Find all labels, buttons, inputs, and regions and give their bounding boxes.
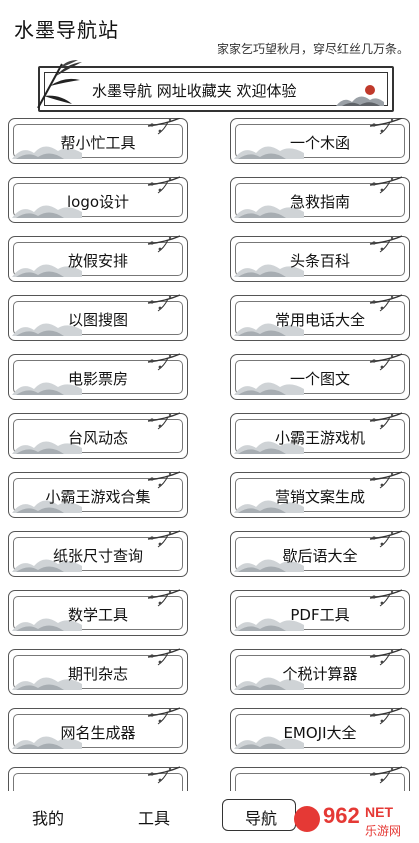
tool-grid: 帮小忙工具 一个木函 logo设计 急救指南放假安排 头条百科以图搜图 常用电话大全电影票… [8, 118, 412, 792]
tool-card[interactable]: EMOJI大全 [230, 707, 410, 754]
tool-card[interactable]: 一个木函 [230, 118, 410, 164]
tool-card-label: 数学工具 [67, 606, 128, 624]
tool-card-label: EMOJI大全 [283, 724, 357, 742]
page-title: 水墨导航站 [14, 18, 119, 42]
tool-card-label: 台风动态 [67, 429, 128, 447]
tool-card[interactable]: logo设计 [8, 176, 188, 223]
tool-card[interactable]: 常用电话大全 [230, 294, 410, 341]
tool-card-label: 电影票房 [67, 370, 128, 388]
tool-card[interactable]: 个税计算器 [230, 648, 410, 695]
tool-card-label: 帮小忙工具 [60, 134, 136, 152]
tool-card-label: 小霸王游戏合集 [45, 488, 151, 506]
tool-card[interactable]: 歇后语大全 [230, 530, 410, 577]
tool-card-label: 常用电话大全 [274, 311, 365, 329]
plum-branch-icon [369, 766, 403, 784]
tagline: 家家乞巧望秋月，穿尽红丝几万条。 [216, 42, 409, 56]
tool-card[interactable]: 以图搜图 [8, 294, 188, 341]
tool-card[interactable]: 纸张尺寸查询 [8, 530, 188, 577]
tool-card[interactable]: 营销文案生成 [230, 471, 410, 518]
tool-card[interactable]: 帮小忙工具 [8, 118, 188, 164]
tool-card-label: PDF工具 [290, 606, 350, 624]
tool-card-label: logo设计 [66, 193, 130, 211]
tool-card[interactable] [8, 766, 188, 792]
tool-card-label: 营销文案生成 [274, 488, 365, 506]
tool-card-label: 一个图文 [289, 370, 350, 388]
tool-card-label: 网名生成器 [60, 724, 136, 742]
nav-navigation-active[interactable]: 导航 [222, 799, 296, 831]
nav-navigation: 导航 [245, 809, 278, 828]
tool-card[interactable]: 放假安排 [8, 235, 188, 282]
watermark-sub: 乐游网 [365, 824, 401, 838]
tool-card-label: 期刊杂志 [67, 665, 128, 683]
tool-card-label: 纸张尺寸查询 [52, 547, 143, 565]
tool-card[interactable]: 小霸王游戏合集 [8, 471, 188, 518]
bamboo-icon [37, 60, 82, 109]
tool-card-label: 放假安排 [67, 252, 128, 270]
plum-branch-icon [147, 766, 181, 784]
tool-card[interactable]: 急救指南 [230, 176, 410, 223]
tool-card-label: 一个木函 [289, 134, 350, 152]
banner-text: 水墨导航 网址收藏夹 欢迎体验 [92, 82, 297, 100]
tool-card[interactable]: 数学工具 [8, 589, 188, 636]
tool-card-label: 急救指南 [289, 193, 350, 211]
tool-card[interactable]: 台风动态 [8, 412, 188, 459]
tool-card[interactable]: 小霸王游戏机 [230, 412, 410, 459]
watermark-brand: 962 [323, 803, 360, 828]
nav-mine[interactable]: 我的 [32, 805, 64, 829]
nav-tools[interactable]: 工具 [138, 805, 170, 829]
watermark-suffix: NET [365, 804, 393, 820]
tool-card-label: 个税计算器 [282, 665, 358, 683]
tool-card[interactable]: 头条百科 [230, 235, 410, 282]
962-watermark-logo: 962 NET 乐游网 [294, 803, 401, 838]
bottom-nav: 我的 工具 导航 962 NET 乐游网 [0, 791, 419, 843]
tool-card[interactable]: 期刊杂志 [8, 648, 188, 695]
tool-card[interactable]: PDF工具 [230, 589, 410, 636]
tool-card[interactable]: 电影票房 [8, 353, 188, 400]
tool-card[interactable]: 网名生成器 [8, 707, 188, 754]
tool-card-label: 以图搜图 [67, 311, 128, 329]
tool-card-label: 小霸王游戏机 [274, 429, 365, 447]
welcome-banner[interactable]: 水墨导航 网址收藏夹 欢迎体验 [37, 60, 394, 112]
tool-card[interactable]: 一个图文 [230, 353, 410, 400]
tool-card-label: 歇后语大全 [282, 547, 358, 565]
landscape-icon [336, 85, 384, 106]
tool-card-label: 头条百科 [289, 252, 350, 270]
tool-card[interactable] [230, 766, 410, 792]
